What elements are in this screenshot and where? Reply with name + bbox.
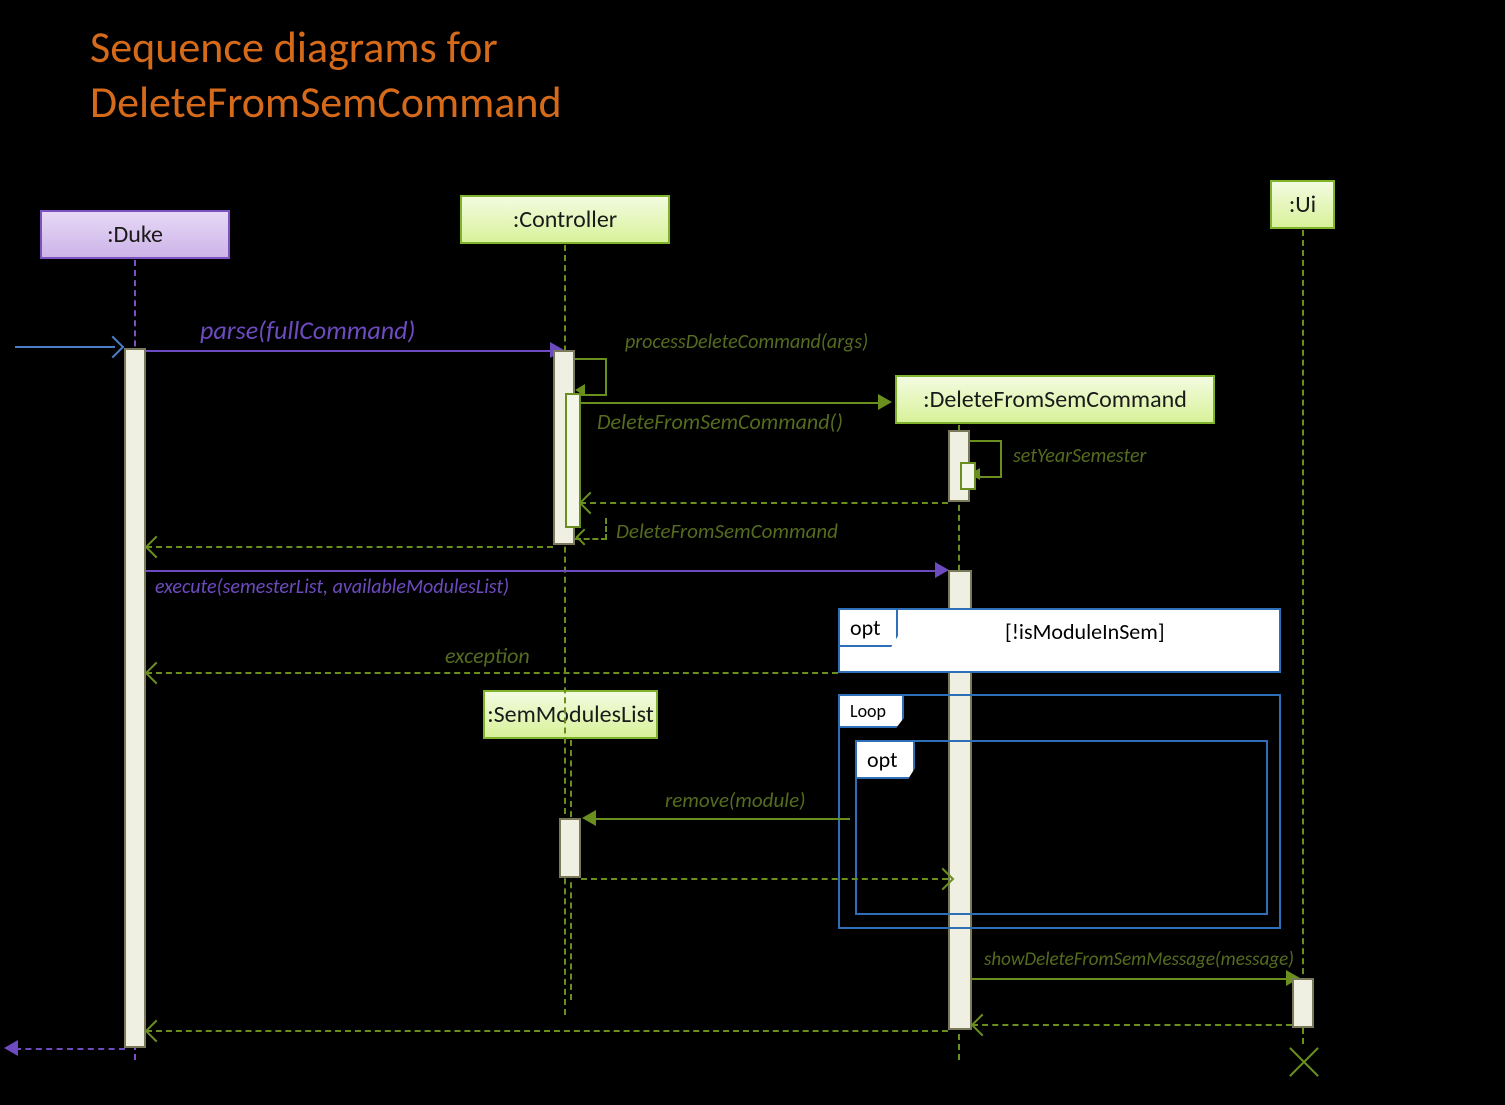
msg-remove-label: remove(module) [665,787,805,813]
diagram-title: Sequence diagrams for DeleteFromSemComma… [90,20,562,130]
msg-newcmd-line [580,402,880,404]
lifeline-deletecmd-label: :DeleteFromSemCommand [923,385,1187,414]
msg-exception-arrow [145,662,168,685]
msg-remove-line [595,818,850,820]
fragment-loop-label: Loop [838,694,904,728]
msg-final-return-arrow [145,1020,168,1043]
lifeline-duke: :Duke [40,210,230,259]
msg-outgoing-arrow [4,1040,18,1056]
msg-showdelete-label: showDeleteFromSemMessage(message) [984,948,1294,971]
fragment-opt1-label: opt [838,608,898,647]
activation-setyearsem [960,462,976,490]
found-message-line [15,346,115,348]
msg-final-return-line [146,1030,948,1032]
title-line-2: DeleteFromSemCommand [90,75,562,129]
msg-showdelete-line [972,978,1288,980]
lifeline-ui-label: :Ui [1289,190,1316,219]
activation-ui [1292,978,1314,1028]
msg-ui-return-arrow [971,1014,994,1037]
msg-return-to-duke-line [146,546,553,548]
msg-exception-label: exception [445,642,530,669]
lifeline-semmodules-label: :SemModulesList [487,700,654,729]
activation-controller-nested [565,393,581,528]
activation-duke [124,348,146,1048]
msg-remove-return-line [581,878,948,880]
msg-newcmd-arrow [878,394,892,410]
msg-returncmd1-arrow [579,492,602,515]
msg-parse-line [146,350,551,352]
msg-exception-line [146,672,838,674]
fragment-loop-guard: [till end of selectedModulesList] [1005,700,1239,722]
lifeline-line-ui [1302,230,1304,1044]
msg-parse-label: parse(fullCommand) [200,314,415,346]
title-line-1: Sequence diagrams for [90,20,498,74]
msg-returncmd-label: DeleteFromSemCommand [616,518,838,544]
lifeline-semmodules: :SemModulesList [483,690,658,739]
activation-semmodules [559,818,581,878]
lifeline-controller: :Controller [460,195,670,244]
msg-outgoing-line [15,1048,125,1050]
msg-return-to-duke-arrow [145,536,168,559]
msg-ui-return-line [972,1024,1292,1026]
msg-returncmd1-line [580,502,948,504]
lifeline-duke-label: :Duke [107,220,163,249]
msg-execute-arrow [935,562,949,578]
msg-setyearsem-label: setYearSemester [1013,444,1146,468]
destroy-ui [1283,1042,1323,1082]
lifeline-ui: :Ui [1270,180,1335,229]
found-message-arrow [102,336,125,359]
msg-processdelete-label: processDeleteCommand(args) [625,330,868,354]
fragment-opt2-label: opt [855,740,915,779]
msg-execute-line [146,570,936,572]
msg-newcmd-label: DeleteFromSemCommand() [597,408,843,435]
msg-remove-arrow [582,810,596,826]
fragment-opt2-guard: [sem == indicated sem] [1012,748,1219,775]
lifeline-controller-label: :Controller [513,205,617,234]
fragment-opt1-guard: [!isModuleInSem] [1005,618,1165,645]
lifeline-deletecmd: :DeleteFromSemCommand [895,375,1215,424]
msg-execute-label: execute(semesterList, availableModulesLi… [155,575,509,599]
